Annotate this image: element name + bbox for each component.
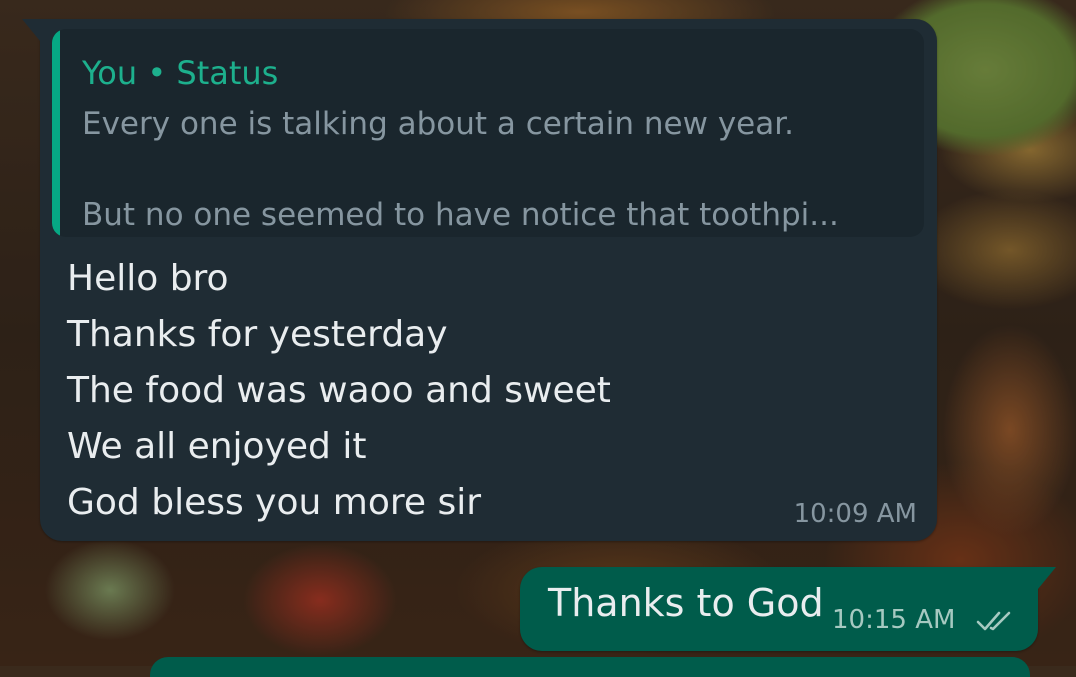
bubble-tail	[22, 19, 40, 41]
message-line: Thanks for yesterday	[67, 314, 448, 355]
quote-accent-bar	[52, 29, 60, 237]
message-timestamp: 10:09 AM	[793, 499, 917, 529]
bubble-tail	[1038, 567, 1056, 589]
quote-text-line: Every one is talking about a certain new…	[82, 106, 794, 142]
message-timestamp: 10:15 AM	[832, 605, 956, 635]
outgoing-message-bubble[interactable]: Thanks to God 10:15 AM	[520, 567, 1056, 651]
message-text: Hello bro Thanks for yesterday The food …	[67, 251, 611, 531]
message-line: The food was waoo and sweet	[67, 370, 611, 411]
incoming-message-bubble[interactable]: You • Status Every one is talking about …	[22, 19, 937, 541]
quote-text-line: But no one seemed to have notice that to…	[82, 197, 839, 233]
double-check-icon	[976, 611, 1011, 631]
next-message-bubble-edge[interactable]	[150, 657, 1030, 677]
message-line: God bless you more sir	[67, 482, 482, 523]
quote-author: You • Status	[82, 54, 279, 92]
message-text: Thanks to God	[548, 581, 824, 625]
message-line: We all enjoyed it	[67, 426, 367, 467]
message-line: Hello bro	[67, 258, 229, 299]
quoted-status-reply[interactable]: You • Status Every one is talking about …	[52, 29, 924, 237]
